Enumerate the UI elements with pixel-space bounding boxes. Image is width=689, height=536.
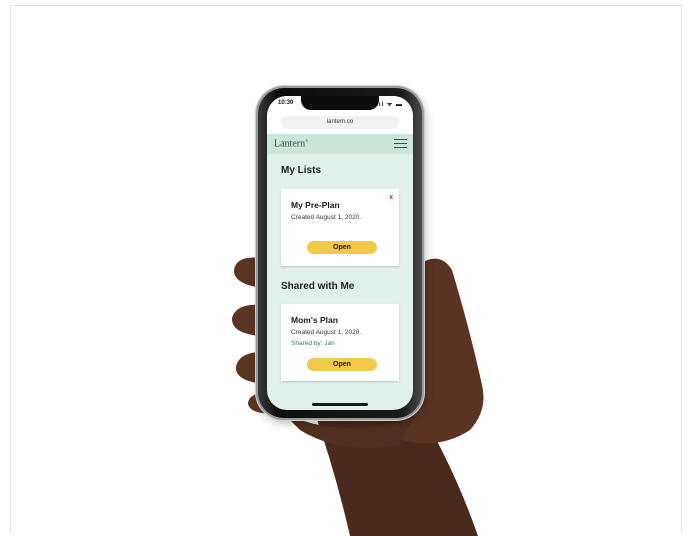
list-title: My Pre-Plan bbox=[291, 200, 340, 210]
list-created-date: Created August 1, 2020. bbox=[291, 329, 362, 336]
hamburger-menu-icon[interactable] bbox=[394, 139, 407, 149]
url-field[interactable]: lantern.co bbox=[281, 116, 399, 129]
list-created-date: Created August 1, 2020. bbox=[291, 214, 362, 221]
main-content: My Lists x My Pre-Plan Created August 1,… bbox=[267, 154, 413, 410]
delete-list-button[interactable]: x bbox=[389, 194, 393, 201]
list-title: Mom's Plan bbox=[291, 315, 338, 325]
logo-mark: ® bbox=[305, 138, 309, 143]
phone-notch bbox=[301, 96, 379, 110]
my-lists-heading: My Lists bbox=[281, 165, 322, 176]
open-shared-list-button[interactable]: Open bbox=[307, 358, 377, 371]
list-card-moms-plan: Mom's Plan Created August 1, 2020. Share… bbox=[281, 304, 399, 381]
phone-device: 10:30 ..ıl ᯤ ▬ lantern.co Lantern® My Li… bbox=[258, 88, 422, 418]
status-time: 10:30 bbox=[278, 100, 294, 106]
app-header: Lantern® bbox=[267, 134, 413, 154]
browser-bar: lantern.co bbox=[267, 112, 413, 134]
shared-by-label: Shared by: Jan bbox=[291, 340, 335, 347]
logo-text: Lantern bbox=[274, 138, 306, 150]
phone-screen: 10:30 ..ıl ᯤ ▬ lantern.co Lantern® My Li… bbox=[267, 96, 413, 410]
lantern-logo[interactable]: Lantern® bbox=[274, 138, 308, 149]
home-indicator bbox=[312, 403, 368, 406]
list-card-my-pre-plan: x My Pre-Plan Created August 1, 2020. Op… bbox=[281, 189, 399, 266]
shared-with-me-heading: Shared with Me bbox=[281, 281, 355, 292]
open-list-button[interactable]: Open bbox=[307, 241, 377, 254]
